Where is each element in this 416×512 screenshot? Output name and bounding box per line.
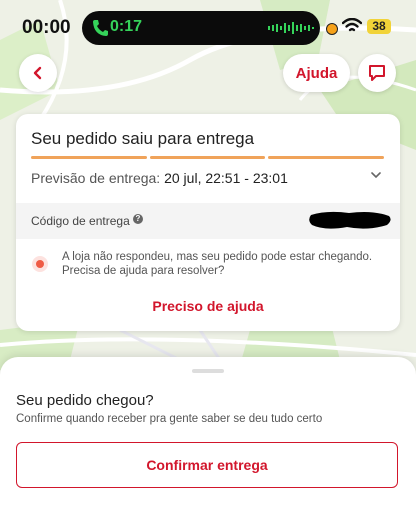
redacted-code xyxy=(309,211,391,229)
back-button[interactable] xyxy=(19,54,57,92)
delivery-code-label: Código de entrega xyxy=(31,214,130,228)
order-status-card: Seu pedido saiu para entrega Previsão de… xyxy=(16,114,400,331)
delivery-forecast[interactable]: Previsão de entrega: 20 jul, 22:51 - 23:… xyxy=(31,170,288,186)
status-time: 00:00 xyxy=(22,17,71,38)
delivery-progress-bar xyxy=(31,156,385,159)
bottom-sheet: Seu pedido chegou? Confirme quando receb… xyxy=(0,357,416,512)
help-button[interactable]: Ajuda xyxy=(283,54,350,92)
delivery-code-row: Código de entrega ? xyxy=(16,203,400,239)
sheet-subtitle: Confirme quando receber pra gente saber … xyxy=(16,413,323,425)
forecast-value: 20 jul, 22:51 - 23:01 xyxy=(164,170,288,186)
alert-indicator-icon xyxy=(32,256,48,272)
status-bar: 00:00 0:17 38 xyxy=(0,0,416,56)
progress-segment xyxy=(31,156,147,159)
alert-message: A loja não respondeu, mas seu pedido pod… xyxy=(62,251,373,277)
wifi-icon xyxy=(342,18,362,32)
battery-indicator: 38 xyxy=(367,19,391,34)
chat-bubble-icon xyxy=(369,65,385,81)
sheet-title: Seu pedido chegou? xyxy=(16,392,154,409)
call-duration: 0:17 xyxy=(110,18,143,35)
progress-segment xyxy=(149,156,266,159)
chevron-left-icon xyxy=(33,66,42,80)
order-status-title: Seu pedido saiu para entrega xyxy=(31,129,255,148)
chat-button[interactable] xyxy=(358,54,396,92)
privacy-indicator-icon xyxy=(326,23,338,35)
dynamic-island-call[interactable]: 0:17 xyxy=(82,11,320,45)
confirm-delivery-button[interactable]: Confirmar entrega xyxy=(16,442,398,488)
forecast-label: Previsão de entrega: xyxy=(31,170,161,186)
need-help-link[interactable]: Preciso de ajuda xyxy=(16,298,400,314)
audio-wave-icon xyxy=(268,22,314,34)
progress-segment xyxy=(268,156,385,159)
info-icon[interactable]: ? xyxy=(133,214,143,224)
chevron-down-icon[interactable] xyxy=(371,171,381,179)
sheet-drag-handle[interactable] xyxy=(192,369,224,373)
alert-dot xyxy=(36,260,44,268)
phone-icon xyxy=(93,20,108,36)
